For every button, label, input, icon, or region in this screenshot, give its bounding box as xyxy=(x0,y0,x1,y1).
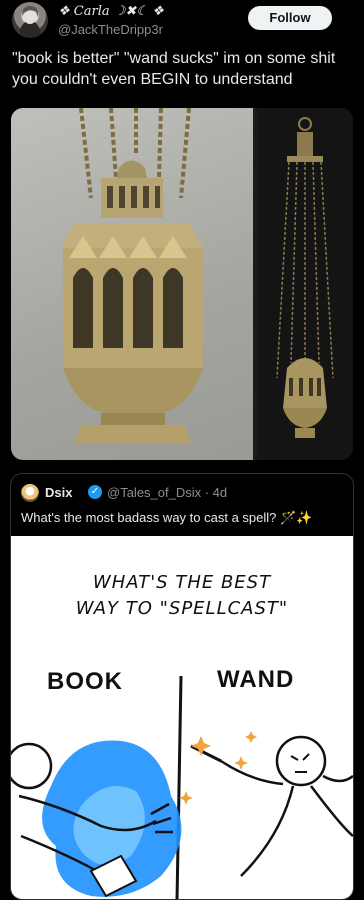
quoted-post-text: What's the most badass way to cast a spe… xyxy=(21,510,313,525)
quoted-author-handle[interactable]: @Tales_of_Dsix · 4d xyxy=(107,485,227,500)
quoted-author-avatar[interactable] xyxy=(21,484,39,502)
post-media[interactable] xyxy=(11,108,353,460)
post-text: "book is better" "wand sucks" im on some… xyxy=(12,50,336,88)
post-header: ❖ Carla ☽✖☾ ❖ @JackTheDripp3r Follow xyxy=(0,0,364,44)
censer-full-image[interactable] xyxy=(257,108,353,460)
comic-image[interactable]: WHAT'S THE BEST WAY TO "SPELLCAST" BOOK … xyxy=(11,536,353,899)
author-avatar[interactable] xyxy=(12,2,48,38)
author-display-name[interactable]: ❖ Carla ☽✖☾ ❖ xyxy=(58,4,164,19)
censer-closeup-image[interactable] xyxy=(11,108,253,460)
verified-badge-icon: ✓ xyxy=(88,485,102,499)
comic-illustration xyxy=(11,675,353,899)
author-handle[interactable]: @JackTheDripp3r xyxy=(58,22,163,37)
follow-button[interactable]: Follow xyxy=(248,6,332,30)
quoted-post[interactable]: Dsix ✓ @Tales_of_Dsix · 4d What's the mo… xyxy=(10,473,354,900)
quoted-author-name[interactable]: Dsix xyxy=(45,485,72,500)
